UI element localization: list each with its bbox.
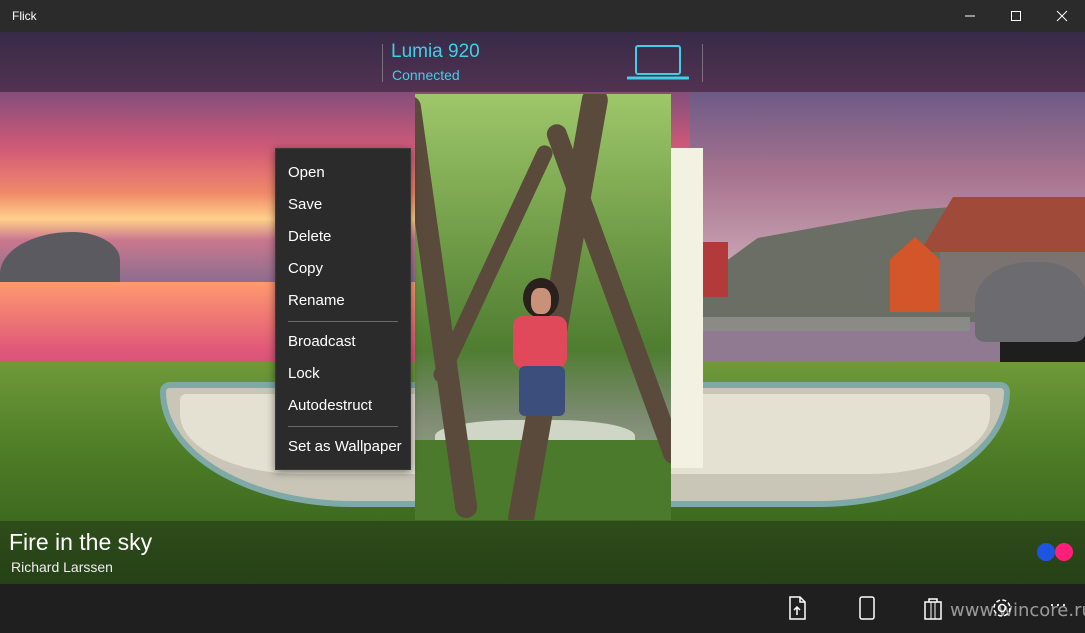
bag-button[interactable] (919, 594, 947, 622)
menu-item-autodestruct[interactable]: Autodestruct (288, 397, 372, 414)
laptop-icon[interactable] (627, 44, 689, 82)
photo-author: Richard Larssen (11, 559, 113, 575)
menu-item-copy[interactable]: Copy (288, 260, 323, 277)
photo-thumbnail-next[interactable] (671, 148, 703, 468)
maximize-button[interactable] (993, 0, 1039, 32)
photo-caption: Fire in the sky Richard Larssen (0, 521, 1085, 584)
phone-button[interactable] (853, 594, 881, 622)
photo-thumbnail-selected[interactable] (415, 94, 671, 520)
share-button[interactable] (784, 594, 812, 622)
share-icon (789, 596, 806, 620)
pier (700, 317, 970, 331)
more-button[interactable]: ··· (1044, 590, 1072, 618)
context-menu: Open Save Delete Copy Rename Broadcast L… (275, 148, 411, 470)
device-name[interactable]: Lumia 920 (391, 41, 480, 63)
bag-icon (924, 598, 942, 620)
minimize-icon (965, 15, 975, 17)
command-bar: www.wincore.ru ··· (0, 584, 1085, 633)
menu-separator (288, 321, 398, 322)
phone-icon (859, 596, 875, 620)
close-icon (1056, 10, 1068, 22)
menu-item-open[interactable]: Open (288, 164, 325, 181)
rock (975, 262, 1085, 342)
menu-item-broadcast[interactable]: Broadcast (288, 333, 356, 350)
flickr-logo-icon (1037, 543, 1075, 561)
device-bar: Lumia 920 Connected (0, 32, 1085, 92)
menu-item-rename[interactable]: Rename (288, 292, 345, 309)
minimize-button[interactable] (947, 0, 993, 32)
photo-title: Fire in the sky (9, 529, 153, 555)
title-bar: Flick (0, 0, 1085, 32)
device-status: Connected (392, 67, 460, 83)
photo-background (0, 32, 1085, 584)
divider (702, 44, 703, 82)
menu-item-save[interactable]: Save (288, 196, 322, 213)
menu-separator (288, 426, 398, 427)
red-shed (700, 242, 728, 297)
settings-button[interactable] (988, 594, 1016, 622)
divider (382, 44, 383, 82)
app-title: Flick (12, 9, 37, 23)
menu-item-delete[interactable]: Delete (288, 228, 331, 245)
menu-item-lock[interactable]: Lock (288, 365, 320, 382)
maximize-icon (1011, 11, 1021, 21)
gear-icon (993, 599, 1011, 617)
menu-item-set-as-wallpaper[interactable]: Set as Wallpaper (288, 438, 402, 455)
close-button[interactable] (1039, 0, 1085, 32)
